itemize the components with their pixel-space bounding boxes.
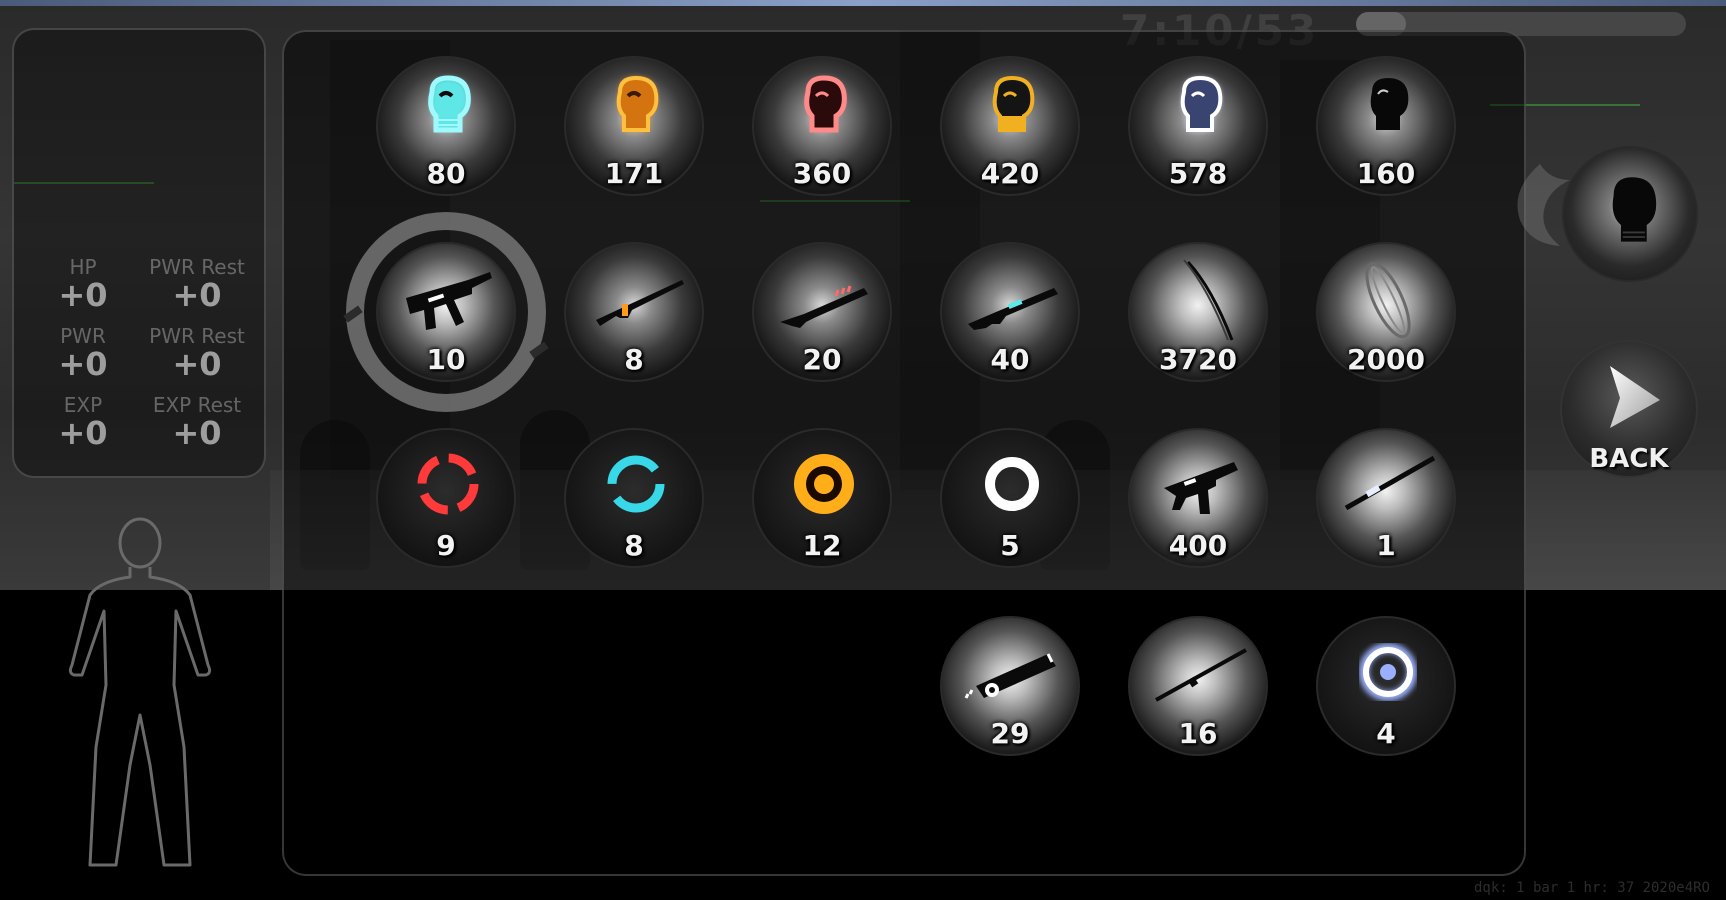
slot-count: 80 bbox=[426, 157, 466, 190]
slot-count: 171 bbox=[604, 157, 664, 190]
inventory-slot[interactable]: 40 bbox=[940, 242, 1080, 382]
inventory-slot[interactable]: 8 bbox=[564, 428, 704, 568]
inventory-slot[interactable]: 2000 bbox=[1316, 242, 1456, 382]
slot-count: 5 bbox=[1000, 529, 1020, 562]
slot-count: 8 bbox=[624, 343, 644, 376]
slot-count: 578 bbox=[1168, 157, 1228, 190]
slot-count: 160 bbox=[1356, 157, 1416, 190]
slot-count: 1 bbox=[1376, 529, 1396, 562]
katana-icon bbox=[1155, 648, 1247, 702]
inventory-slot[interactable]: 171 bbox=[564, 56, 704, 196]
inventory-slot[interactable]: 578 bbox=[1128, 56, 1268, 196]
orange-ring-icon bbox=[794, 454, 854, 514]
stat-exp-rest-value: +0 bbox=[172, 414, 222, 452]
inventory-slot[interactable]: 20 bbox=[752, 242, 892, 382]
stat-pwr-value: +0 bbox=[58, 345, 108, 383]
stat-hp: HP +0 bbox=[28, 256, 138, 312]
stat-pwr-rest: PWR Rest +0 bbox=[142, 256, 252, 312]
inventory-slot[interactable]: 160 bbox=[1316, 56, 1456, 196]
inventory-slot[interactable]: 360 bbox=[752, 56, 892, 196]
inventory-slot[interactable]: 5 bbox=[940, 428, 1080, 568]
slot-count: 16 bbox=[1178, 717, 1218, 750]
staff-icon bbox=[1344, 455, 1436, 511]
inventory-slot[interactable]: 16 bbox=[1128, 616, 1268, 756]
inventory-slot[interactable]: 1 bbox=[1316, 428, 1456, 568]
glove-black-icon bbox=[1612, 177, 1657, 242]
inventory-slot[interactable]: 3720 bbox=[1128, 242, 1268, 382]
slot-count: 420 bbox=[980, 157, 1040, 190]
inventory-slot[interactable]: 4 bbox=[1316, 616, 1456, 756]
glove-cyan-icon bbox=[428, 75, 471, 133]
assault-rifle-icon bbox=[968, 288, 1058, 330]
stat-hp-label: HP bbox=[69, 255, 97, 279]
back-button[interactable]: BACK bbox=[1560, 340, 1698, 478]
stat-pwr-rest-value: +0 bbox=[172, 276, 222, 314]
slot-count: 12 bbox=[802, 529, 842, 562]
inventory-slot[interactable]: 8 bbox=[564, 242, 704, 382]
inventory-slot[interactable]: 420 bbox=[940, 56, 1080, 196]
slot-count: 2000 bbox=[1347, 343, 1425, 376]
stat-pwr-rest-2-label: PWR Rest bbox=[149, 324, 245, 348]
slot-count: 20 bbox=[802, 343, 842, 376]
slot-count: 4 bbox=[1376, 717, 1396, 750]
stats-panel: HP +0 PWR Rest +0 PWR +0 PWR Rest +0 EXP… bbox=[12, 28, 266, 478]
slot-count: 400 bbox=[1168, 529, 1228, 562]
slot-count: 40 bbox=[990, 343, 1030, 376]
slot-count: 8 bbox=[624, 529, 644, 562]
cyan-ring-icon bbox=[607, 455, 665, 513]
sword-icon bbox=[1183, 259, 1234, 341]
glove-orange-icon bbox=[616, 75, 659, 132]
play-arrow-icon bbox=[1610, 366, 1660, 428]
slot-count: 10 bbox=[426, 343, 466, 376]
stat-pwr-rest-label: PWR Rest bbox=[149, 255, 245, 279]
stat-exp-rest-label: EXP Rest bbox=[152, 393, 242, 417]
smg-icon bbox=[406, 272, 492, 330]
blue-ring-icon bbox=[1359, 643, 1417, 701]
sniper-rifle-icon bbox=[596, 280, 684, 326]
stat-exp: EXP +0 bbox=[28, 394, 138, 450]
stat-exp-value: +0 bbox=[58, 414, 108, 452]
inventory-slot-selected[interactable]: 10 bbox=[376, 242, 516, 382]
glove-gold-icon bbox=[992, 75, 1035, 132]
slot-count: 29 bbox=[990, 717, 1030, 750]
equipped-item-slot[interactable] bbox=[1562, 146, 1698, 282]
shield-blade-icon bbox=[1365, 261, 1411, 339]
white-ring-icon bbox=[985, 457, 1039, 511]
stat-exp-label: EXP bbox=[63, 393, 103, 417]
back-button-label: BACK bbox=[1589, 444, 1669, 474]
character-body-outline bbox=[68, 517, 212, 867]
inventory-slot[interactable]: 80 bbox=[376, 56, 516, 196]
glove-white-icon bbox=[1180, 75, 1223, 132]
footer-debug-text: dqk: 1 bar 1 hr: 37 2020e4RO bbox=[1473, 880, 1710, 896]
slot-count: 3720 bbox=[1159, 343, 1237, 376]
stat-pwr: PWR +0 bbox=[28, 325, 138, 381]
glove-red-icon bbox=[804, 75, 847, 133]
uzi-icon bbox=[1164, 462, 1238, 514]
stat-pwr-rest-2-value: +0 bbox=[172, 345, 222, 383]
rocket-launcher-icon bbox=[964, 653, 1056, 699]
red-ring-icon bbox=[417, 453, 479, 515]
glove-black-icon bbox=[1370, 78, 1409, 130]
inventory-slot[interactable]: 9 bbox=[376, 428, 516, 568]
stat-pwr-rest-2: PWR Rest +0 bbox=[142, 325, 252, 381]
stat-exp-rest: EXP Rest +0 bbox=[142, 394, 252, 450]
inventory-slot[interactable]: 400 bbox=[1128, 428, 1268, 568]
stat-hp-value: +0 bbox=[58, 276, 108, 314]
slot-count: 9 bbox=[436, 529, 456, 562]
stat-pwr-label: PWR bbox=[60, 324, 106, 348]
shotgun-icon bbox=[780, 285, 868, 328]
inventory-slot[interactable]: 29 bbox=[940, 616, 1080, 756]
inventory-slot[interactable]: 12 bbox=[752, 428, 892, 568]
slot-count: 360 bbox=[792, 157, 852, 190]
